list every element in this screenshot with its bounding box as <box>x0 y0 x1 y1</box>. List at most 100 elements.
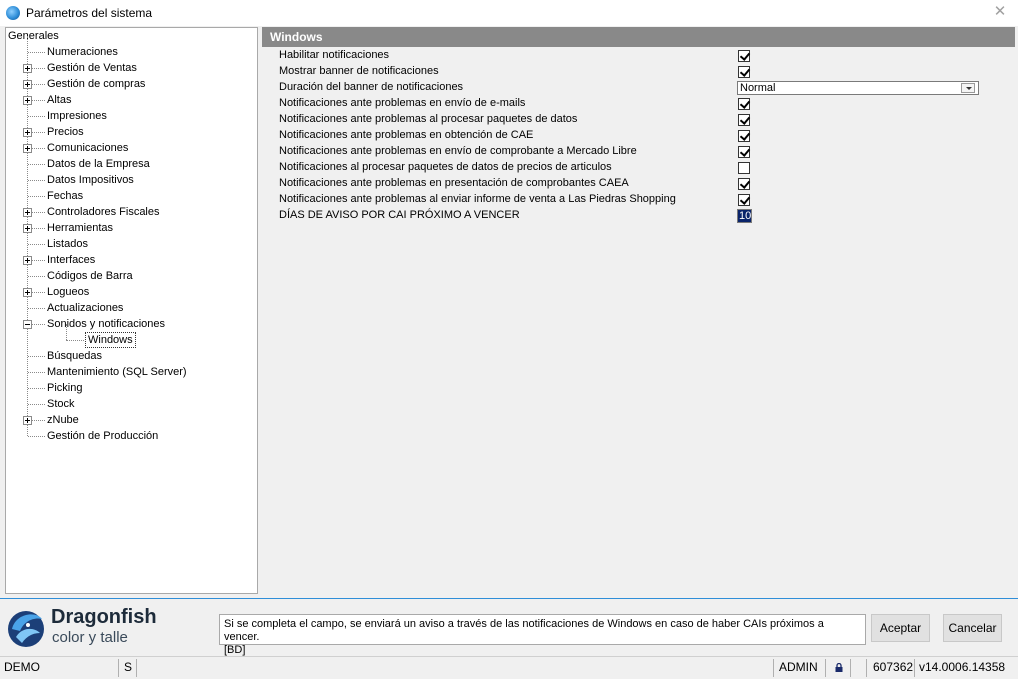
expand-icon[interactable] <box>23 64 32 73</box>
tree-root-label: Generales <box>8 30 59 42</box>
tree-item-comunicaciones[interactable]: Comunicaciones <box>6 140 256 156</box>
tree-item-label: Stock <box>47 398 75 410</box>
status-separator <box>825 659 826 677</box>
tree-item-label: Windows <box>85 332 136 348</box>
tree-item-label: Logueos <box>47 286 90 298</box>
collapse-icon[interactable] <box>23 320 32 329</box>
expand-icon[interactable] <box>23 288 32 297</box>
status-separator <box>136 659 137 677</box>
setting-checkbox[interactable] <box>738 178 750 190</box>
tree-connector <box>28 196 45 197</box>
tree-item-label: Impresiones <box>47 110 107 122</box>
tree-item-numeraciones[interactable]: Numeraciones <box>6 44 256 60</box>
tree-item-sonidos-y-notificaciones[interactable]: Sonidos y notificaciones <box>6 316 256 332</box>
tree-item-fechas[interactable]: Fechas <box>6 188 256 204</box>
tree-item-gestion-de-produccion[interactable]: Gestión de Producción <box>6 428 256 444</box>
tree-item-label: Actualizaciones <box>47 302 124 314</box>
tree-item-impresiones[interactable]: Impresiones <box>6 108 256 124</box>
tree-item-controladores-fiscales[interactable]: Controladores Fiscales <box>6 204 256 220</box>
title-bar: Parámetros del sistema ✕ <box>0 0 1018 26</box>
setting-row: Habilitar notificaciones <box>279 48 999 64</box>
tree-item-label: zNube <box>47 414 79 426</box>
tree-item-busquedas[interactable]: Búsquedas <box>6 348 256 364</box>
tree-item-label: Controladores Fiscales <box>47 206 160 218</box>
tree-item-label: Gestión de compras <box>47 78 146 90</box>
settings-tree[interactable]: Generales Numeraciones Gestión de Ventas G… <box>5 27 258 594</box>
tree-item-label: Listados <box>47 238 88 250</box>
tree-item-znube[interactable]: zNube <box>6 412 256 428</box>
tree-line <box>66 324 67 340</box>
tree-item-interfaces[interactable]: Interfaces <box>6 252 256 268</box>
setting-checkbox[interactable] <box>738 194 750 206</box>
tree-item-listados[interactable]: Listados <box>6 236 256 252</box>
setting-label: Notificaciones ante problemas en obtenci… <box>279 129 534 141</box>
tree-item-herramientas[interactable]: Herramientas <box>6 220 256 236</box>
lock-icon <box>835 663 843 672</box>
brand-name: Dragonfish <box>51 606 157 628</box>
expand-icon[interactable] <box>23 416 32 425</box>
setting-checkbox[interactable] <box>738 98 750 110</box>
app-logo-icon <box>6 6 20 20</box>
tree-item-logueos[interactable]: Logueos <box>6 284 256 300</box>
setting-checkbox[interactable] <box>738 130 750 142</box>
dragonfish-logo-icon <box>8 611 44 647</box>
status-separator <box>118 659 119 677</box>
tree-connector <box>28 388 45 389</box>
tree-connector <box>28 164 45 165</box>
expand-icon[interactable] <box>23 224 32 233</box>
tree-connector <box>28 52 45 53</box>
setting-label: Habilitar notificaciones <box>279 49 390 61</box>
tree-item-altas[interactable]: Altas <box>6 92 256 108</box>
tree-connector <box>28 308 45 309</box>
tree-item-datos-de-la-empresa[interactable]: Datos de la Empresa <box>6 156 256 172</box>
setting-checkbox[interactable] <box>738 50 750 62</box>
tree-item-picking[interactable]: Picking <box>6 380 256 396</box>
tree-item-label: Datos de la Empresa <box>47 158 150 170</box>
cancel-button[interactable]: Cancelar <box>943 614 1002 642</box>
tree-connector <box>28 180 45 181</box>
tree-item-label: Precios <box>47 126 84 138</box>
setting-label: Notificaciones ante problemas en envío d… <box>279 145 637 157</box>
expand-icon[interactable] <box>23 96 32 105</box>
tree-item-codigos-de-barra[interactable]: Códigos de Barra <box>6 268 256 284</box>
tree-item-label: Gestión de Ventas <box>47 62 137 74</box>
close-icon[interactable]: ✕ <box>992 4 1008 20</box>
tree-item-precios[interactable]: Precios <box>6 124 256 140</box>
banner-duration-select[interactable]: Normal <box>737 81 979 95</box>
tree-item-label: Códigos de Barra <box>47 270 133 282</box>
tree-item-actualizaciones[interactable]: Actualizaciones <box>6 300 256 316</box>
setting-checkbox[interactable] <box>738 66 750 78</box>
status-version: v14.0006.14358 <box>919 660 1006 674</box>
setting-row: Notificaciones ante problemas al procesa… <box>279 112 999 128</box>
setting-label: Notificaciones ante problemas en envío d… <box>279 97 526 109</box>
setting-checkbox[interactable] <box>738 114 750 126</box>
tree-item-datos-impositivos[interactable]: Datos Impositivos <box>6 172 256 188</box>
tree-item-label: Gestión de Producción <box>47 430 159 442</box>
cai-days-input[interactable]: 10 <box>737 209 752 223</box>
expand-icon[interactable] <box>23 80 32 89</box>
tree-connector <box>28 276 45 277</box>
expand-icon[interactable] <box>23 256 32 265</box>
select-value: Normal <box>740 82 776 94</box>
status-separator <box>850 659 851 677</box>
tree-item-gestion-de-compras[interactable]: Gestión de compras <box>6 76 256 92</box>
brand-subtitle: color y talle <box>52 629 128 646</box>
status-database: DEMO <box>4 660 40 674</box>
expand-icon[interactable] <box>23 208 32 217</box>
setting-row: Notificaciones ante problemas en envío d… <box>279 144 999 160</box>
accept-button[interactable]: Aceptar <box>871 614 930 642</box>
tree-connector <box>66 340 84 341</box>
tree-item-windows[interactable]: Windows <box>6 324 256 348</box>
expand-icon[interactable] <box>23 128 32 137</box>
expand-icon[interactable] <box>23 144 32 153</box>
help-text: Si se completa el campo, se enviará un a… <box>224 618 824 643</box>
tree-item-stock[interactable]: Stock <box>6 396 256 412</box>
setting-checkbox[interactable] <box>738 162 750 174</box>
tree-item-gestion-de-ventas[interactable]: Gestión de Ventas <box>6 60 256 76</box>
setting-label: Notificaciones ante problemas en present… <box>279 177 629 189</box>
tree-item-label: Interfaces <box>47 254 96 266</box>
tree-item-mantenimiento-sql-server[interactable]: Mantenimiento (SQL Server) <box>6 364 256 380</box>
setting-checkbox[interactable] <box>738 146 750 158</box>
status-separator <box>866 659 867 677</box>
chevron-down-icon[interactable] <box>961 83 975 93</box>
